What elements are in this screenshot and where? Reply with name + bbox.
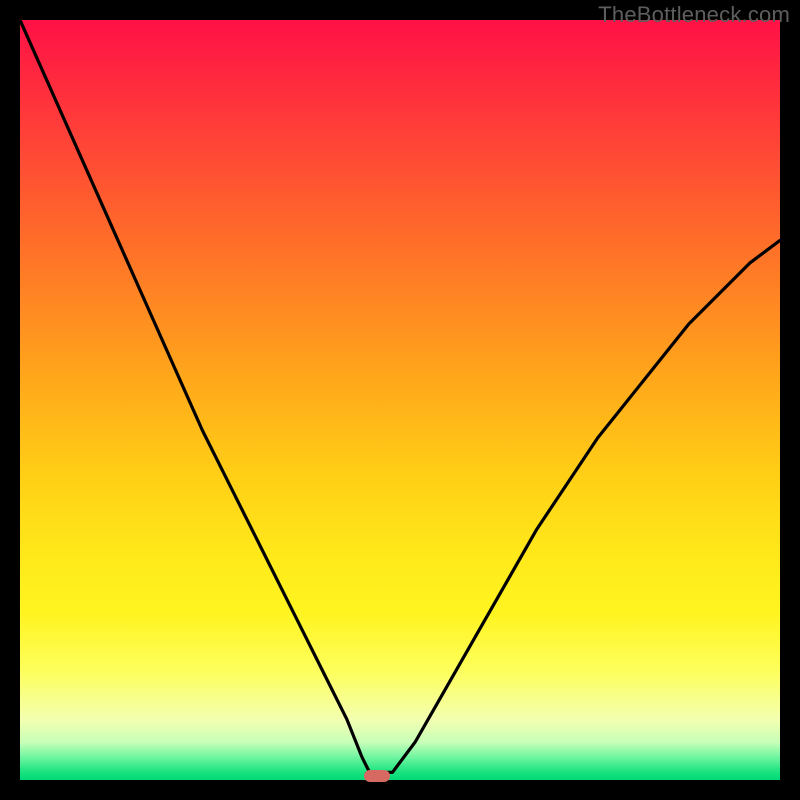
optimum-marker: [364, 770, 390, 782]
curve-path: [20, 20, 780, 772]
chart-frame: TheBottleneck.com: [0, 0, 800, 800]
plot-area: [20, 20, 780, 780]
bottleneck-curve: [20, 20, 780, 780]
watermark-text: TheBottleneck.com: [598, 2, 790, 28]
